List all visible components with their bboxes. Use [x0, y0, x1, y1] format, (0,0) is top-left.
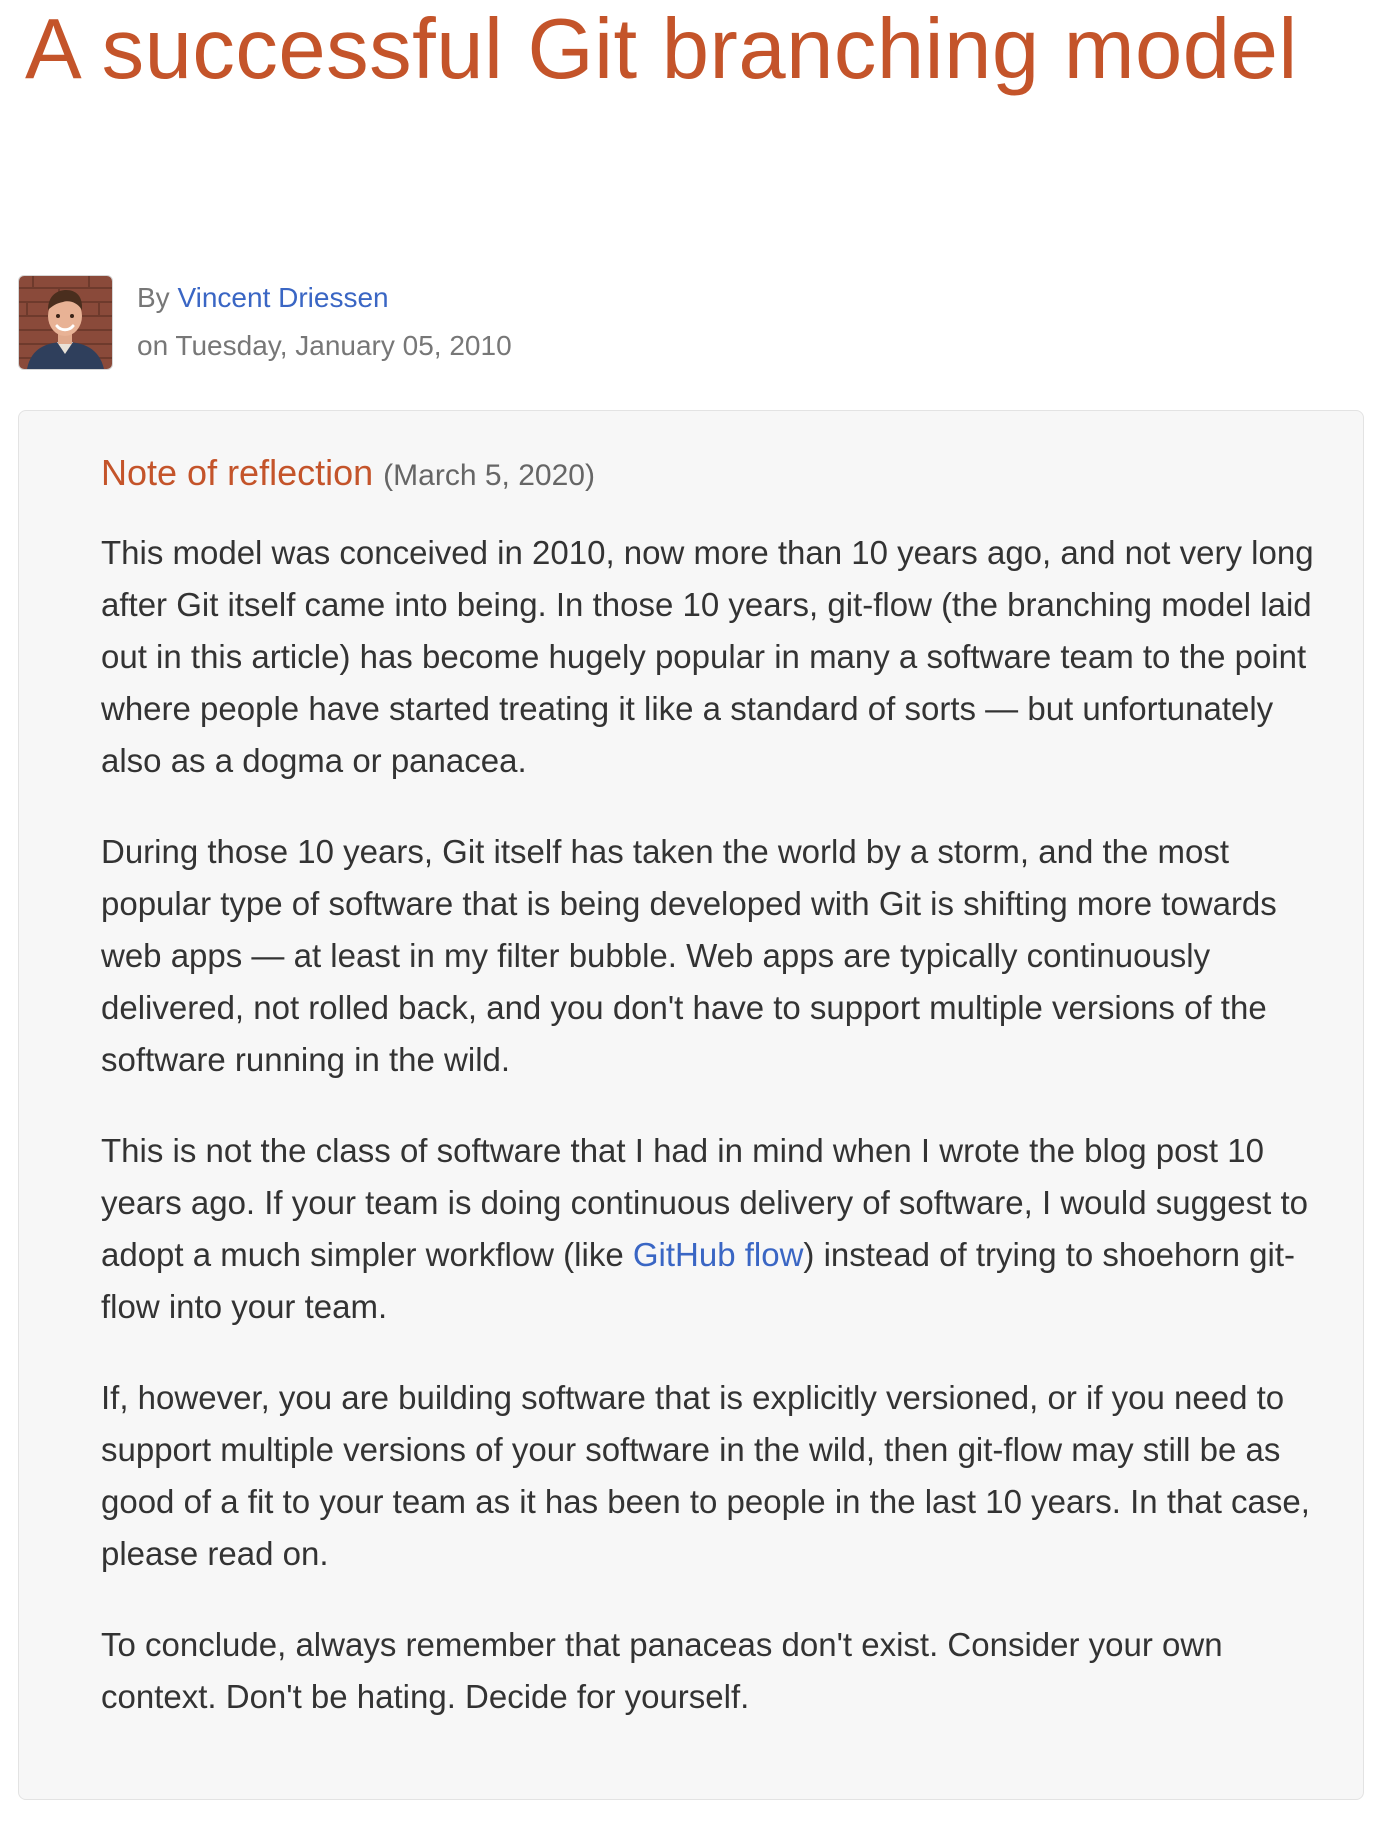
byline-text: By Vincent Driessen on Tuesday, January … — [137, 274, 512, 370]
byline: By Vincent Driessen on Tuesday, January … — [18, 274, 512, 370]
note-heading: Note of reflection (March 5, 2020) — [101, 447, 1321, 502]
by-label: By — [137, 282, 170, 313]
note-paragraph-3: This is not the class of software that I… — [101, 1125, 1321, 1333]
reflection-note-content: Note of reflection (March 5, 2020) This … — [101, 447, 1321, 1723]
reflection-note: Note of reflection (March 5, 2020) This … — [18, 410, 1364, 1800]
author-line: By Vincent Driessen — [137, 274, 512, 322]
note-date: (March 5, 2020) — [383, 459, 595, 492]
note-paragraph-1: This model was conceived in 2010, now mo… — [101, 534, 1314, 779]
author-link[interactable]: Vincent Driessen — [177, 282, 388, 313]
github-flow-link[interactable]: GitHub flow — [633, 1236, 804, 1273]
note-paragraph-2: During those 10 years, Git itself has ta… — [101, 833, 1277, 1078]
note-paragraph-4: If, however, you are building software t… — [101, 1379, 1310, 1572]
avatar — [18, 274, 113, 370]
article-title: A successful Git branching model — [25, 2, 1298, 97]
publish-date: on Tuesday, January 05, 2010 — [137, 330, 512, 361]
note-paragraph-5: To conclude, always remember that panace… — [101, 1626, 1223, 1715]
note-title: Note of reflection — [101, 452, 374, 493]
